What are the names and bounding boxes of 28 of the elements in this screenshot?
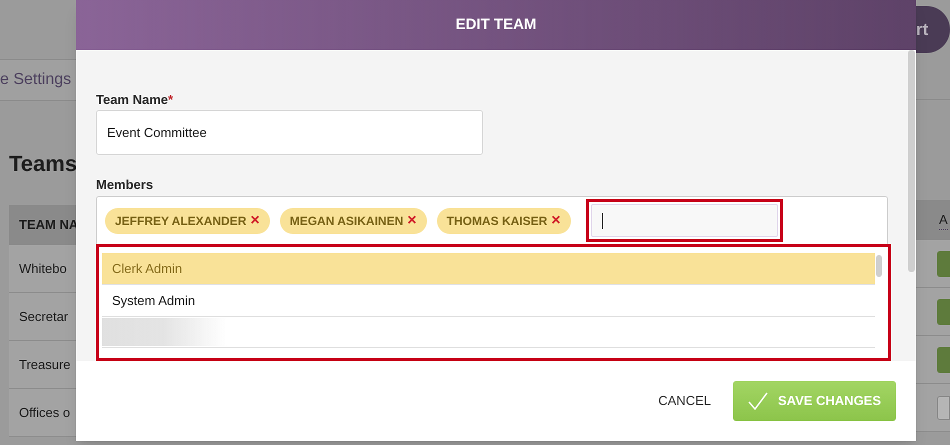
member-option[interactable]: Clerk Admin bbox=[102, 253, 875, 285]
field-label: Team Name* bbox=[96, 92, 174, 108]
remove-tag-button[interactable]: × bbox=[250, 212, 260, 228]
cancel-button[interactable]: CANCEL bbox=[656, 391, 713, 411]
column-header: A bbox=[939, 210, 948, 230]
scrollbar[interactable] bbox=[908, 50, 915, 272]
text-cursor bbox=[602, 212, 603, 228]
action-button[interactable]: rt bbox=[916, 6, 950, 53]
member-tag[interactable]: THOMAS KAISER × bbox=[436, 208, 571, 234]
check-icon bbox=[748, 392, 768, 410]
status-toggle[interactable] bbox=[937, 346, 950, 372]
remove-tag-button[interactable]: × bbox=[407, 212, 417, 228]
page-heading: Teams bbox=[9, 150, 76, 178]
field-label: Members bbox=[96, 177, 154, 193]
scrollbar[interactable] bbox=[876, 255, 882, 277]
member-tag[interactable]: JEFFREY ALEXANDER × bbox=[105, 208, 270, 234]
remove-tag-button[interactable]: × bbox=[551, 212, 561, 228]
status-toggle[interactable] bbox=[937, 396, 950, 420]
table-cell: Whitebo bbox=[9, 245, 76, 293]
table-cell: Secretar bbox=[9, 293, 76, 341]
table-cell: Treasure bbox=[9, 341, 76, 389]
table-cell: Offices o bbox=[9, 389, 76, 437]
status-toggle[interactable] bbox=[937, 298, 950, 324]
members-field[interactable]: JEFFREY ALEXANDER × MEGAN ASIKAINEN × THOMAS KAISER × bbox=[96, 196, 888, 244]
status-toggle[interactable] bbox=[937, 250, 950, 276]
team-name-field[interactable]: Event Committee bbox=[96, 110, 483, 155]
member-tag[interactable]: MEGAN ASIKAINEN × bbox=[280, 208, 427, 234]
dialog-title: EDIT TEAM bbox=[456, 14, 536, 35]
